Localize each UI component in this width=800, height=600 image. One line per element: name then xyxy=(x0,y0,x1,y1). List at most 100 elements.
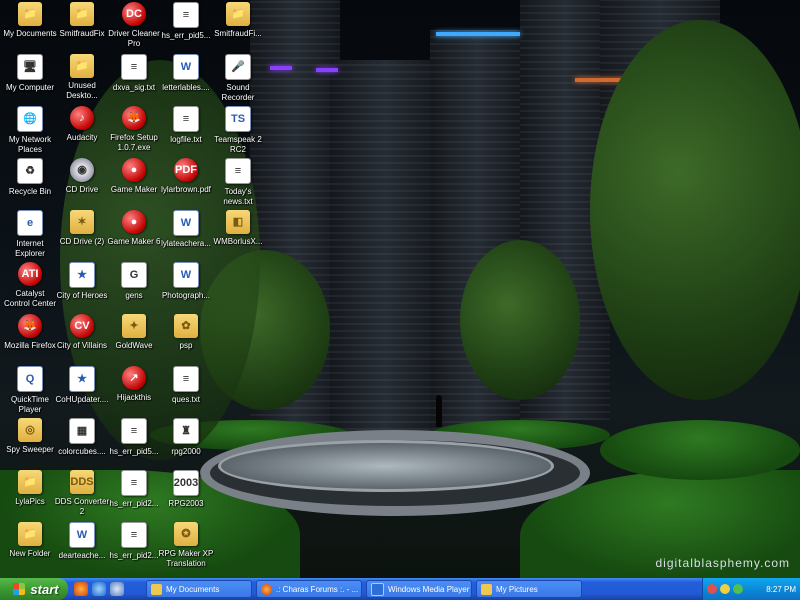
desktop-icon[interactable]: ● Game Maker 6 xyxy=(106,210,162,247)
internet-explorer-icon[interactable] xyxy=(92,582,106,596)
desktop-icon-label: RPG Maker XP Translation xyxy=(158,549,214,568)
start-label: start xyxy=(30,581,59,597)
desktop-icon-doc-icon: W xyxy=(173,54,199,80)
desktop-icon[interactable]: ≡ dxva_sig.txt xyxy=(106,54,162,93)
network-icon[interactable] xyxy=(720,584,730,594)
desktop-icon[interactable]: 📁 Unused Deskto... xyxy=(54,54,110,101)
desktop-icon-label: hs_err_pid5... xyxy=(109,447,159,456)
media-icon[interactable] xyxy=(110,582,124,596)
desktop-icon[interactable]: ◉ CD Drive xyxy=(54,158,110,195)
desktop-icon-label: hs_err_pid2... xyxy=(109,551,159,560)
taskbar-window-label: My Pictures xyxy=(496,584,538,594)
desktop-icon-label: RPG2003 xyxy=(168,499,204,508)
desktop-icon-label: Spy Sweeper xyxy=(6,445,54,454)
desktop-icon-red-icon: DC xyxy=(122,2,146,26)
desktop-icon-label: New Folder xyxy=(9,549,51,558)
taskbar-window-media-player[interactable]: Windows Media Player xyxy=(366,580,472,598)
desktop-icon-label: gens xyxy=(125,291,143,300)
desktop-icon[interactable]: 🖥 My Computer xyxy=(2,54,58,93)
desktop-icon[interactable]: 📁 SmitfraudFi... xyxy=(210,2,266,39)
desktop-icon-label: hs_err_pid5... xyxy=(161,31,211,40)
desktop-icon[interactable]: ≡ hs_err_pid2... xyxy=(106,470,162,509)
desktop-icon[interactable]: DDS DDS Converter 2 xyxy=(54,470,110,517)
desktop-icon[interactable]: ≡ logfile.txt xyxy=(158,106,214,145)
desktop-icon-doc-icon: Q xyxy=(17,366,43,392)
desktop-icon[interactable]: DC Driver Cleaner Pro xyxy=(106,2,162,49)
desktop-icon[interactable]: ATI Catalyst Control Center xyxy=(2,262,58,309)
desktop-icon[interactable]: ★ City of Heroes xyxy=(54,262,110,301)
desktop-icon-folder-icon: 📁 xyxy=(70,2,94,26)
taskbar-window-charas-forums[interactable]: .: Charas Forums :. - ... xyxy=(256,580,362,598)
desktop-icon[interactable]: ≡ hs_err_pid5... xyxy=(158,2,214,41)
desktop-icon-doc-icon: TS xyxy=(225,106,251,132)
desktop-icon-label: lylarbrown.pdf xyxy=(161,185,211,194)
start-button[interactable]: start xyxy=(0,578,68,600)
desktop-icon-doc-icon: ★ xyxy=(69,262,95,288)
desktop-icon[interactable]: 📁 My Documents xyxy=(2,2,58,39)
desktop-icon[interactable]: Q QuickTime Player xyxy=(2,366,58,415)
desktop-icon-label: City of Heroes xyxy=(56,291,108,300)
taskbar-window-label: .: Charas Forums :. - ... xyxy=(276,584,359,594)
desktop-icon[interactable]: 📁 New Folder xyxy=(2,522,58,559)
desktop-icon[interactable]: ✦ GoldWave xyxy=(106,314,162,351)
antivirus-icon[interactable] xyxy=(707,584,717,594)
desktop-icon[interactable]: 🦊 Mozilla Firefox xyxy=(2,314,58,351)
taskbar-window-my-documents[interactable]: My Documents xyxy=(146,580,252,598)
desktop-icon-label: My Computer xyxy=(5,83,54,92)
desktop-icon-doc-icon: 🌐 xyxy=(17,106,43,132)
volume-icon[interactable] xyxy=(733,584,743,594)
desktop-icon-txt-icon: 🖥 xyxy=(17,54,43,80)
desktop-icon-red-icon: PDF xyxy=(174,158,198,182)
desktop-icon[interactable]: ≡ ques.txt xyxy=(158,366,214,405)
desktop-icon[interactable]: TS Teamspeak 2 RC2 xyxy=(210,106,266,155)
desktop-icon-txt-icon: ≡ xyxy=(225,158,251,184)
desktop-icon[interactable]: ★ CoHUpdater.... xyxy=(54,366,110,405)
system-tray: 8:27 PM xyxy=(702,578,800,600)
desktop-icon[interactable]: Ggens xyxy=(106,262,162,301)
desktop-icon[interactable]: ≡ hs_err_pid2... xyxy=(106,522,162,561)
desktop-icon-label: lylateachera... xyxy=(161,239,211,248)
desktop-icon[interactable]: 🌐 My Network Places xyxy=(2,106,58,155)
taskbar-window-my-pictures[interactable]: My Pictures xyxy=(476,580,582,598)
firefox-icon[interactable] xyxy=(74,582,88,596)
desktop-icon-label: City of Villains xyxy=(56,341,108,350)
desktop-icon[interactable]: ≡ Today's news.txt xyxy=(210,158,266,207)
desktop-icon[interactable]: ◎ Spy Sweeper xyxy=(2,418,58,455)
desktop-icon[interactable]: 📁 SmitfraudFix xyxy=(54,2,110,39)
desktop-icon[interactable]: ● Game Maker xyxy=(106,158,162,195)
desktop-icon[interactable]: ↗ Hijackthis xyxy=(106,366,162,403)
desktop-icon-label: My Documents xyxy=(3,29,57,38)
desktop-icon[interactable]: Wdearteache... xyxy=(54,522,110,561)
desktop-icon[interactable]: PDF lylarbrown.pdf xyxy=(158,158,214,195)
desktop-icon[interactable]: ♻ Recycle Bin xyxy=(2,158,58,197)
desktop-icon-txt-icon: ≡ xyxy=(121,418,147,444)
desktop-icon-txt-icon: ▦ xyxy=(69,418,95,444)
desktop-icon-red-icon: 🦊 xyxy=(122,106,146,130)
desktop-icon[interactable]: 2003 RPG2003 xyxy=(158,470,214,509)
clock[interactable]: 8:27 PM xyxy=(766,585,796,594)
desktop-icon-label: colorcubes.... xyxy=(58,447,106,456)
desktop-icon[interactable]: W Photograph... xyxy=(158,262,214,301)
desktop-icon[interactable]: ✿ psp xyxy=(158,314,214,351)
desktop-icon-folder-icon: 📁 xyxy=(18,522,42,546)
desktop-icon[interactable]: CV City of Villains xyxy=(54,314,110,351)
desktop-icon[interactable]: ◧ WMBorlusX... xyxy=(210,210,266,247)
tree xyxy=(590,20,800,400)
desktop-icon[interactable]: Wlylateachera... xyxy=(158,210,214,249)
desktop-icon[interactable]: e Internet Explorer xyxy=(2,210,58,259)
desktop-icon[interactable]: 🦊 Firefox Setup 1.0.7.exe xyxy=(106,106,162,153)
desktop-icon-label: rpg2000 xyxy=(171,447,201,456)
desktop-icon[interactable]: 📁 LylaPics xyxy=(2,470,58,507)
desktop-icon[interactable]: ≡ hs_err_pid5... xyxy=(106,418,162,457)
desktop-icon-folder-icon: 📁 xyxy=(18,470,42,494)
desktop-icon[interactable]: Wletterlables.... xyxy=(158,54,214,93)
desktop-icon-txt-icon: ≡ xyxy=(121,470,147,496)
desktop-icon[interactable]: ▦ colorcubes.... xyxy=(54,418,110,457)
desktop-icon-label: Sound Recorder xyxy=(221,83,255,102)
desktop-icon[interactable]: ✪ RPG Maker XP Translation xyxy=(158,522,214,569)
desktop-icon-txt-icon: 🎤 xyxy=(225,54,251,80)
desktop-icon[interactable]: ♜ rpg2000 xyxy=(158,418,214,457)
desktop-icon[interactable]: ♪ Audacity xyxy=(54,106,110,143)
desktop-icon[interactable]: 🎤 Sound Recorder xyxy=(210,54,266,103)
desktop-icon[interactable]: ✶ CD Drive (2) xyxy=(54,210,110,247)
